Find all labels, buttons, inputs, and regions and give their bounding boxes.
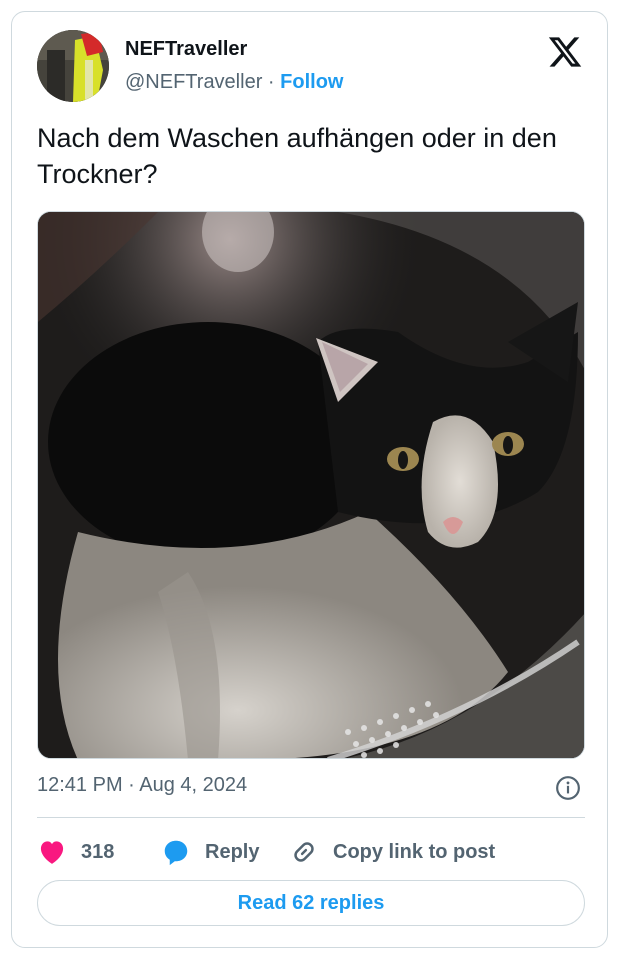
tweet-photo[interactable] xyxy=(37,211,585,759)
info-icon[interactable] xyxy=(555,775,581,801)
like-count: 318 xyxy=(81,840,115,863)
heart-icon xyxy=(40,841,64,864)
x-logo-icon[interactable] xyxy=(547,34,583,70)
avatar-image xyxy=(37,30,109,102)
link-icon xyxy=(294,842,314,862)
reply-button[interactable]: Reply xyxy=(161,832,259,872)
divider xyxy=(37,817,585,818)
read-replies-button[interactable]: Read 62 replies xyxy=(37,880,585,926)
copy-link-button[interactable]: Copy link to post xyxy=(289,832,495,872)
cat-in-washing-machine-image xyxy=(38,212,584,758)
like-button[interactable]: 318 xyxy=(37,832,114,872)
tweet-text: Nach dem Waschen aufhängen oder in den T… xyxy=(37,123,557,189)
action-bar: 318 Reply Copy link to post xyxy=(37,832,585,872)
author-handle[interactable]: @NEFTraveller xyxy=(125,71,262,93)
author-handle-row: @NEFTraveller · Follow xyxy=(125,71,343,94)
tweet-timestamp[interactable]: 12:41 PM · Aug 4, 2024 xyxy=(37,774,247,797)
copy-link-label: Copy link to post xyxy=(333,840,496,863)
separator-dot: · xyxy=(267,71,275,93)
author-display-name[interactable]: NEFTraveller xyxy=(125,38,247,61)
follow-button[interactable]: Follow xyxy=(280,71,343,93)
speech-bubble-icon xyxy=(164,840,188,866)
tweet-card: NEFTraveller @NEFTraveller · Follow Nach… xyxy=(11,11,608,948)
reply-label: Reply xyxy=(205,840,260,863)
avatar[interactable] xyxy=(37,30,109,102)
